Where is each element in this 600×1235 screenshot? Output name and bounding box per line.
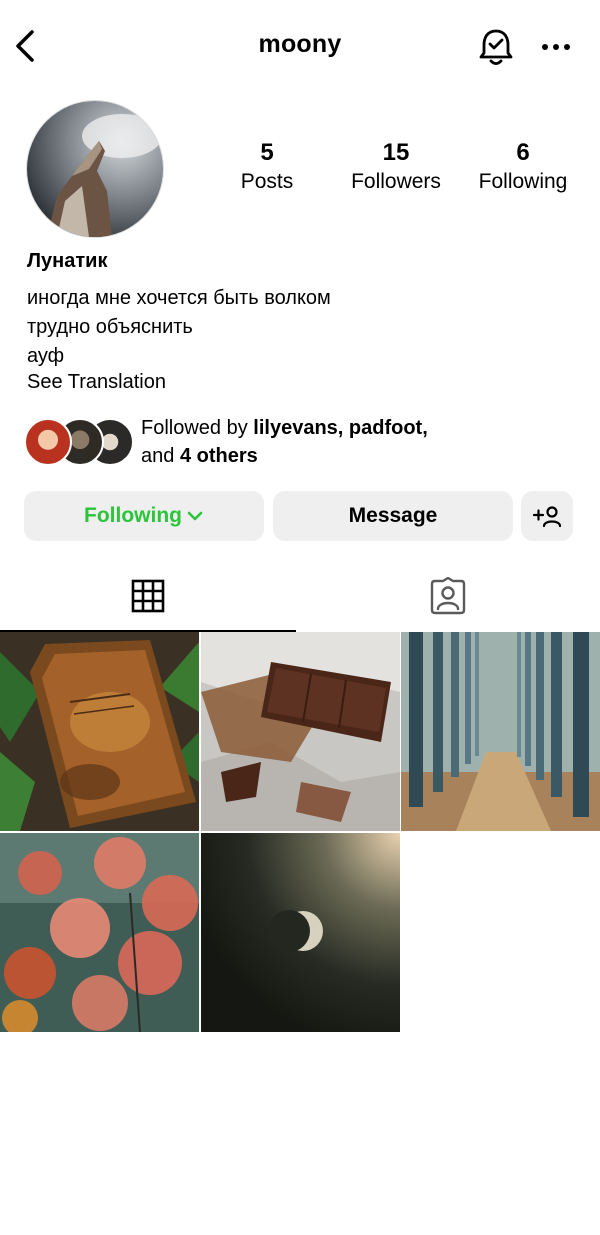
profile-tabs	[0, 562, 600, 632]
message-button-label: Message	[348, 504, 438, 527]
bio-line: ауф	[27, 345, 65, 367]
post-forest-path[interactable]	[401, 632, 600, 831]
followed-by-others: 4 others	[179, 445, 258, 467]
post-moon[interactable]	[201, 833, 400, 1032]
profile-avatar[interactable]	[26, 100, 164, 238]
following-button-label: Following	[84, 504, 182, 527]
posts-count-label: Posts	[240, 170, 294, 193]
bio: иногда мне хочется быть волком трудно об…	[27, 284, 331, 371]
add-user-icon	[532, 506, 562, 528]
grid-icon	[131, 579, 165, 613]
followed-by-prefix: Followed by	[141, 417, 248, 439]
tagged-person-icon	[430, 577, 466, 615]
followers-count-value: 15	[382, 139, 410, 166]
display-name: Лунатик	[27, 250, 108, 272]
post-red-leaves[interactable]	[0, 833, 199, 1032]
followed-by-names: lilyevans, padfoot,	[253, 417, 428, 439]
top-bar: moony	[0, 0, 600, 92]
followed-by-and: and	[141, 445, 175, 467]
posts-count-value: 5	[260, 139, 274, 166]
mutual-followers-text: Followed by lilyevans, padfoot, and 4 ot…	[141, 414, 428, 470]
bell-check-icon[interactable]	[476, 26, 516, 68]
following-count[interactable]: 6 Following	[463, 138, 583, 196]
post-chocolate[interactable]	[201, 632, 400, 831]
message-button[interactable]: Message	[273, 491, 513, 541]
following-count-value: 6	[516, 139, 530, 166]
more-horizontal-icon[interactable]	[536, 30, 576, 64]
mutual-followers[interactable]: Followed by lilyevans, padfoot, and 4 ot…	[0, 404, 600, 474]
followers-count-label: Followers	[351, 170, 441, 193]
following-count-label: Following	[478, 170, 568, 193]
followers-count[interactable]: 15 Followers	[336, 138, 456, 196]
mutual-avatars	[24, 418, 134, 466]
chevron-down-icon	[187, 511, 203, 521]
tab-posts-grid[interactable]	[0, 562, 296, 632]
bio-line: иногда мне хочется быть волком	[27, 287, 331, 309]
tab-tagged[interactable]	[300, 562, 596, 630]
post-old-book[interactable]	[0, 632, 199, 831]
add-user-button[interactable]	[521, 491, 573, 541]
posts-count[interactable]: 5 Posts	[207, 138, 327, 196]
following-button[interactable]: Following	[24, 491, 264, 541]
avatar	[24, 418, 72, 466]
see-translation-link[interactable]: See Translation	[27, 371, 166, 394]
bio-line: трудно объяснить	[27, 316, 193, 338]
